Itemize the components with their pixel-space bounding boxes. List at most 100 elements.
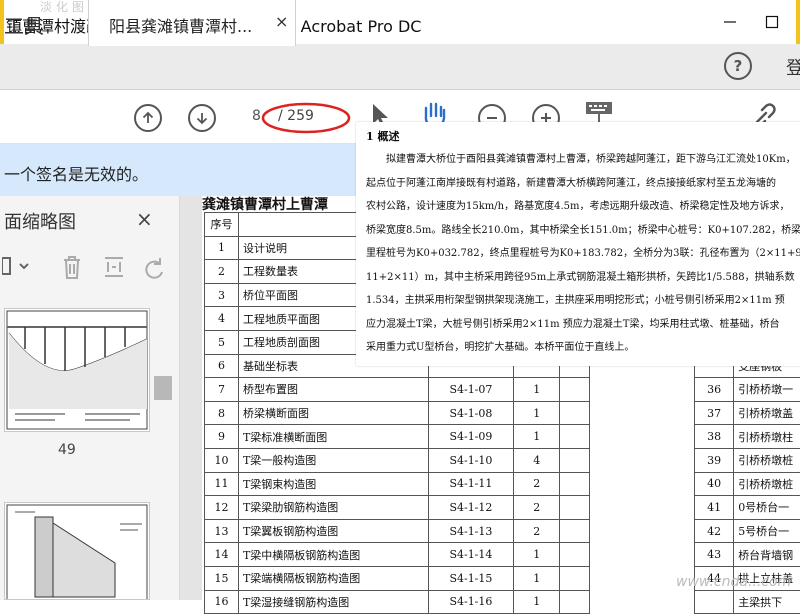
table-cell-code: S4-1-13: [428, 519, 514, 543]
help-icon[interactable]: ?: [724, 52, 752, 80]
table-cell-name: 桥型布置图: [238, 378, 428, 402]
table-row: 主梁拱下: [695, 590, 800, 614]
table-cell-name: 引桥桥墩盖: [734, 401, 800, 425]
table-cell-blank: [560, 472, 590, 496]
table-cell-name: 引桥桥墩桩: [734, 472, 800, 496]
table-cell-code: S4-1-15: [428, 566, 514, 590]
table-cell-no: 5: [205, 330, 239, 354]
minimize-icon[interactable]: [718, 10, 742, 34]
table-cell-no: 13: [205, 519, 239, 543]
table-cell-no: 39: [695, 448, 734, 472]
overlay-text-line: 里程桩号为K0+032.782，终点里程桩号为K0+183.782，全桥分为3联…: [366, 244, 800, 259]
table-cell-name: T梁中横隔板钢筋构造图: [238, 543, 428, 567]
table-cell-name: T梁一般构造图: [238, 448, 428, 472]
table-cell-no: 11: [205, 472, 239, 496]
table-cell-no: 43: [695, 543, 734, 567]
watermark-bottom: www.cnda...com: [676, 574, 791, 590]
table-cell-blank: [560, 448, 590, 472]
table-row: 11T梁钢束构造图S4-1-112: [205, 472, 590, 496]
table-cell-blank: [560, 378, 590, 402]
maximize-icon[interactable]: [760, 10, 784, 34]
table-cell-name: T梁钢束构造图: [238, 472, 428, 496]
table-cell-qty: 4: [514, 448, 560, 472]
table-cell-qty: 1: [514, 543, 560, 567]
table-row: 37引桥桥墩盖: [695, 401, 800, 425]
table-cell-qty: 1: [514, 378, 560, 402]
next-page-icon[interactable]: [188, 104, 216, 132]
annotation-ellipse: [260, 100, 352, 136]
table-cell-code: S4-1-09: [428, 425, 514, 449]
table-cell-no: 7: [205, 378, 239, 402]
table-row: 15T梁端横隔板钢筋构造图S4-1-151: [205, 566, 590, 590]
table-cell-code: S4-1-16: [428, 590, 514, 614]
thumbnail-options-icon[interactable]: [2, 252, 32, 282]
document-heading: 龚滩镇曹潭村上曹潭: [202, 194, 328, 214]
table-cell-no: 41: [695, 496, 734, 520]
table-cell-blank: [560, 566, 590, 590]
panel-toolbar: [0, 252, 180, 290]
page-thumbnail[interactable]: [4, 308, 150, 432]
delete-icon[interactable]: [58, 252, 86, 282]
table-cell-name: 桥梁横断面图: [238, 401, 428, 425]
table-row: 10T梁一般构造图S4-1-104: [205, 448, 590, 472]
table-cell-blank: [560, 543, 590, 567]
table-row: 14T梁中横隔板钢筋构造图S4-1-141: [205, 543, 590, 567]
scrollbar-thumb[interactable]: [154, 376, 172, 400]
tab-tools[interactable]: 工具: [4, 10, 44, 39]
thumbnail-scrollbar[interactable]: [154, 308, 172, 600]
table-cell-name: T梁翼板钢筋构造图: [238, 519, 428, 543]
table-cell-code: S4-1-10: [428, 448, 514, 472]
rotate-icon[interactable]: [140, 252, 168, 282]
table-row: 39引桥桥墩桩: [695, 448, 800, 472]
table-cell-no: 40: [695, 472, 734, 496]
table-cell-qty: 1: [514, 401, 560, 425]
overlay-text-line: 应力混凝土T梁，大桩号侧引桥采用2×11m 预应力混凝土T梁，均采用柱式墩、桩基…: [366, 315, 779, 330]
table-cell-code: S4-1-08: [428, 401, 514, 425]
close-icon[interactable]: ×: [275, 12, 288, 31]
table-cell-no: 16: [205, 590, 239, 614]
table-cell-no: 9: [205, 425, 239, 449]
table-cell-code: S4-1-12: [428, 496, 514, 520]
table-cell-blank: [560, 425, 590, 449]
table-cell-name: 0号桥台一: [734, 496, 800, 520]
table-cell-name: T梁湿接缝钢筋构造图: [238, 590, 428, 614]
table-cell-qty: 2: [514, 519, 560, 543]
table-cell-name: 引桥桥墩桩: [734, 448, 800, 472]
sign-in-link[interactable]: 登: [786, 54, 800, 80]
table-cell-name: 主梁拱下: [734, 590, 800, 614]
table-cell-no: 序号: [205, 213, 239, 237]
table-cell-no: 1: [205, 236, 239, 260]
table-cell-qty: 1: [514, 425, 560, 449]
table-row: 36引桥桥墩一: [695, 378, 800, 402]
table-cell-qty: 1: [514, 590, 560, 614]
signature-warning-text: 一个签名是无效的。: [4, 161, 148, 185]
table-row: 40引桥桥墩桩: [695, 472, 800, 496]
table-cell-no: 8: [205, 401, 239, 425]
table-cell-name: T梁端横隔板钢筋构造图: [238, 566, 428, 590]
table-cell-blank: [560, 496, 590, 520]
overlay-text-line: 起点位于阿蓬江南岸接既有村道路，新建曹潭大桥横跨阿蓬江，终点接接纸家村至五龙海塘…: [366, 174, 776, 189]
table-cell-code: S4-1-14: [428, 543, 514, 567]
table-cell-qty: 2: [514, 472, 560, 496]
extract-icon[interactable]: [100, 252, 128, 282]
table-cell-no: 6: [205, 354, 239, 378]
table-cell-no: 3: [205, 283, 239, 307]
table-row: 8桥梁横断面图S4-1-081: [205, 401, 590, 425]
page-thumbnail[interactable]: [4, 502, 150, 600]
close-icon[interactable]: ×: [136, 207, 153, 231]
table-cell-blank: [560, 401, 590, 425]
overlay-text-line: 1.534，主拱采用桁架型钢拱架现浇施工，主拱座采用明挖形式；小桩号侧引桥采用2…: [366, 291, 785, 306]
table-cell-code: S4-1-11: [428, 472, 514, 496]
table-cell-no: 38: [695, 425, 734, 449]
table-cell-name: 桥台背墙钢: [734, 543, 800, 567]
table-cell-no: 42: [695, 519, 734, 543]
prev-page-icon[interactable]: [134, 104, 162, 132]
table-cell-qty: 2: [514, 496, 560, 520]
overlay-text-line: 采用重力式U型桥台，明挖扩大基础。本桥平面位于直线上。: [366, 338, 634, 353]
table-cell-no: 15: [205, 566, 239, 590]
table-row: 13T梁翼板钢筋构造图S4-1-132: [205, 519, 590, 543]
table-row: 16T梁湿接缝钢筋构造图S4-1-161: [205, 590, 590, 614]
overlay-text-line: 11+2×11）m，其中主桥采用跨径95m上承式钢筋混凝土箱形拱桥，矢跨比1/5…: [366, 268, 795, 283]
tab-document[interactable]: 阳县龚滩镇曹潭村... ×: [88, 0, 296, 46]
table-row: 12T梁梁肋钢筋构造图S4-1-122: [205, 496, 590, 520]
